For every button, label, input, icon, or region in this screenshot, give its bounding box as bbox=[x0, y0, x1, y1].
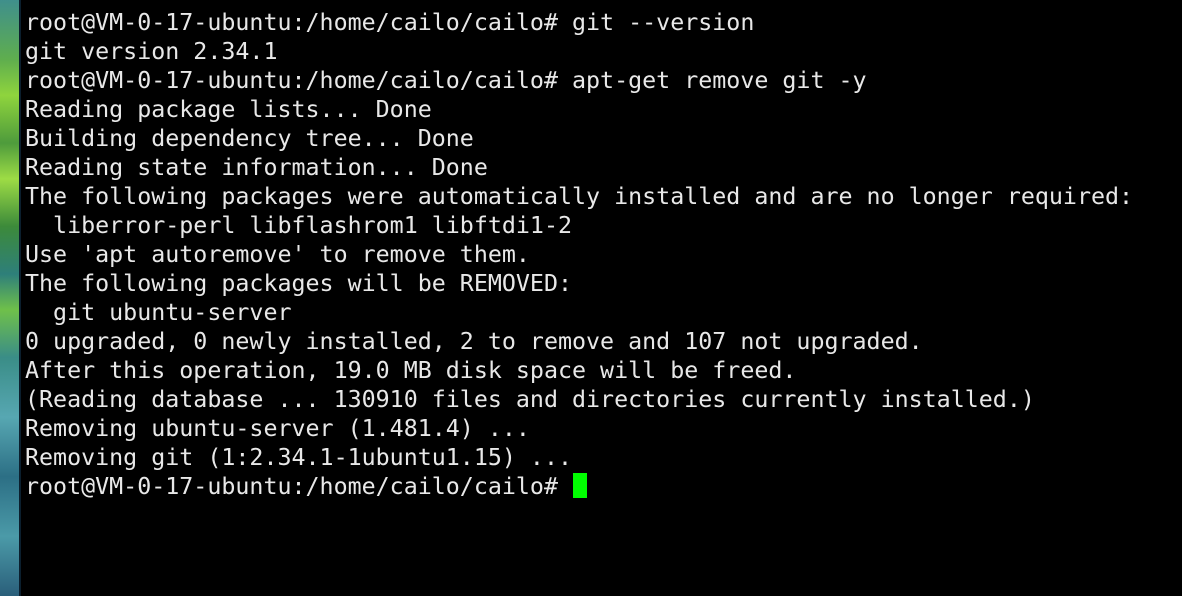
terminal-line: git version 2.34.1 bbox=[25, 38, 278, 65]
terminal-line: Reading package lists... Done bbox=[25, 96, 432, 123]
terminal-line: root@VM-0-17-ubuntu:/home/cailo/cailo# g… bbox=[25, 9, 755, 36]
terminal-line: Removing ubuntu-server (1.481.4) ... bbox=[25, 415, 530, 442]
prompt-line[interactable]: root@VM-0-17-ubuntu:/home/cailo/cailo# bbox=[25, 472, 1182, 501]
shell-prompt: root@VM-0-17-ubuntu:/home/cailo/cailo# bbox=[25, 473, 573, 500]
desktop-wallpaper bbox=[0, 0, 19, 596]
terminal-line: (Reading database ... 130910 files and d… bbox=[25, 386, 1035, 413]
terminal-line: root@VM-0-17-ubuntu:/home/cailo/cailo# a… bbox=[25, 67, 867, 94]
terminal-window[interactable]: root@VM-0-17-ubuntu:/home/cailo/cailo# g… bbox=[21, 0, 1182, 596]
terminal-line: The following packages were automaticall… bbox=[25, 183, 1134, 210]
terminal-line: The following packages will be REMOVED: bbox=[25, 270, 573, 297]
terminal-line: Reading state information... Done bbox=[25, 154, 488, 181]
terminal-line: Use 'apt autoremove' to remove them. bbox=[25, 241, 530, 268]
terminal-line: Building dependency tree... Done bbox=[25, 125, 474, 152]
terminal-line: 0 upgraded, 0 newly installed, 2 to remo… bbox=[25, 328, 923, 355]
terminal-line: Removing git (1:2.34.1-1ubuntu1.15) ... bbox=[25, 444, 573, 471]
terminal-line: git ubuntu-server bbox=[25, 299, 292, 326]
terminal-line: liberror-perl libflashrom1 libftdi1-2 bbox=[25, 212, 573, 239]
screen: root@VM-0-17-ubuntu:/home/cailo/cailo# g… bbox=[0, 0, 1182, 596]
terminal-line: After this operation, 19.0 MB disk space… bbox=[25, 357, 797, 384]
terminal-cursor[interactable] bbox=[573, 473, 588, 498]
